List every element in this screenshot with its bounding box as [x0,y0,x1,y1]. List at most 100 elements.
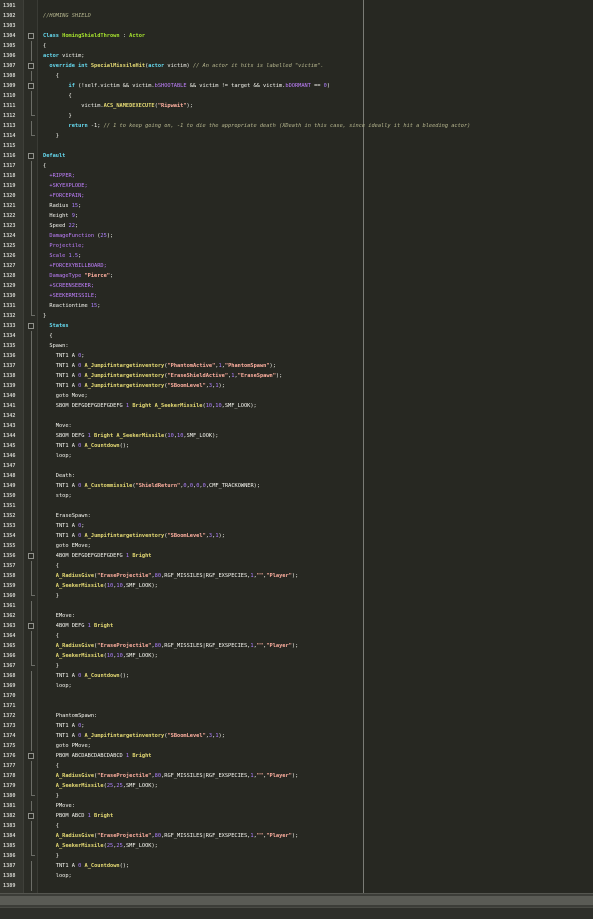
code-text[interactable]: A_RadiusGive("EraseProjectile",80,RGF_MI… [43,571,299,581]
code-text[interactable]: DamageType "Pierce"; [43,271,113,281]
code-lines[interactable]: 1301 1302 //HOMING SHIELD 1303 1304 Class Hom… [0,1,593,891]
code-line[interactable]: 1347 [0,461,593,471]
code-line[interactable]: 1302 //HOMING SHIELD [0,11,593,21]
code-line[interactable]: 1356 4BOM DEFGDEFGDEFGDEFG 1 Bright [0,551,593,561]
fold-toggle-icon[interactable] [28,33,34,39]
code-text[interactable]: TNT1 A 0; [43,351,85,361]
code-line[interactable]: 1312 } [0,111,593,121]
code-text[interactable]: Reactiontime 15; [43,301,100,311]
code-text[interactable]: TNT1 A 0 A_Jumpifintargetinventory("SBoo… [43,381,225,391]
code-line[interactable]: 1311 victim.ACS_NAMEDEXECUTE("Ripwait"); [0,101,593,111]
code-text[interactable]: Death: [43,471,75,481]
code-text[interactable]: if (!self.victim && victim.bSHOOTABLE &&… [43,81,331,91]
fold-toggle-icon[interactable] [28,83,34,89]
code-text[interactable]: { [43,41,46,51]
code-line[interactable]: 1366 A_SeekerMissile(10,10,SMF_LOOK); [0,651,593,661]
code-text[interactable]: Scale 1.5; [43,251,81,261]
code-text[interactable]: Height 9; [43,211,78,221]
code-line[interactable]: 1327 +FORCEXYBILLBOARD; [0,261,593,271]
code-line[interactable]: 1360 } [0,591,593,601]
code-line[interactable]: 1331 Reactiontime 15; [0,301,593,311]
code-line[interactable]: 1352 EraseSpawn: [0,511,593,521]
code-line[interactable]: 1308 { [0,71,593,81]
code-line[interactable]: 1379 A_SeekerMissile(25,25,SMF_LOOK); [0,781,593,791]
fold-toggle-icon[interactable] [28,63,34,69]
code-line[interactable]: 1353 TNT1 A 0; [0,521,593,531]
code-text[interactable]: { [43,161,46,171]
code-line[interactable]: 1358 A_RadiusGive("EraseProjectile",80,R… [0,571,593,581]
code-line[interactable]: 1388 loop; [0,871,593,881]
code-text[interactable]: { [43,71,59,81]
code-line[interactable]: 1373 TNT1 A 0; [0,721,593,731]
code-line[interactable]: 1323 Speed 22; [0,221,593,231]
code-line[interactable]: 1317 { [0,161,593,171]
code-text[interactable]: Projectile; [43,241,84,251]
fold-toggle-icon[interactable] [28,753,34,759]
code-line[interactable]: 1320 +FORCEPAIN; [0,191,593,201]
code-text[interactable]: Default [43,151,65,161]
code-text[interactable]: SBOM DEFGDEFGDEFGDEFG 1 Bright A_SeekerM… [43,401,257,411]
code-text[interactable]: TNT1 A 0 A_Countdown(); [43,861,129,871]
code-text[interactable]: 4BOM DEFG 1 Bright [43,621,113,631]
code-line[interactable]: 1336 TNT1 A 0; [0,351,593,361]
code-line[interactable]: 1321 Radius 15; [0,201,593,211]
code-text[interactable]: { [43,561,59,571]
code-text[interactable]: { [43,821,59,831]
code-text[interactable]: TNT1 A 0 A_Custommissile("ShieldReturn",… [43,481,260,491]
code-line[interactable]: 1330 +SEEKERMISSILE; [0,291,593,301]
code-line[interactable]: 1362 EMove: [0,611,593,621]
code-line[interactable]: 1377 { [0,761,593,771]
code-line[interactable]: 1346 loop; [0,451,593,461]
code-text[interactable]: override int SpecialMissileHit(actor vic… [43,61,323,71]
code-text[interactable]: A_SeekerMissile(10,10,SMF_LOOK); [43,651,158,661]
code-line[interactable]: 1306 actor victim; [0,51,593,61]
code-text[interactable]: victim.ACS_NAMEDEXECUTE("Ripwait"); [43,101,193,111]
code-text[interactable]: States [43,321,68,331]
code-line[interactable]: 1385 A_SeekerMissile(25,25,SMF_LOOK); [0,841,593,851]
code-text[interactable]: Speed 22; [43,221,78,231]
code-text[interactable]: PMove: [43,801,75,811]
code-line[interactable]: 1338 TNT1 A 0 A_Jumpifintargetinventory(… [0,371,593,381]
code-text[interactable]: { [43,331,52,341]
code-line[interactable]: 1345 TNT1 A 0 A_Countdown(); [0,441,593,451]
code-text[interactable]: +FORCEPAIN; [43,191,84,201]
code-line[interactable]: 1375 goto PMove; [0,741,593,751]
code-line[interactable]: 1342 [0,411,593,421]
code-text[interactable]: 4BOM DEFGDEFGDEFGDEFG 1 Bright [43,551,152,561]
code-text[interactable]: +RIPPER; [43,171,75,181]
code-line[interactable]: 1349 TNT1 A 0 A_Custommissile("ShieldRet… [0,481,593,491]
code-line[interactable]: 1310 { [0,91,593,101]
code-text[interactable]: } [43,791,59,801]
code-line[interactable]: 1313 return -1; // 1 to keep going on, -… [0,121,593,131]
code-text[interactable]: PBOM ABCDABCDABCDABCD 1 Bright [43,751,152,761]
code-line[interactable]: 1386 } [0,851,593,861]
code-line[interactable]: 1368 TNT1 A 0 A_Countdown(); [0,671,593,681]
code-text[interactable]: DamageFunction (25); [43,231,113,241]
code-line[interactable]: 1335 Spawn: [0,341,593,351]
code-line[interactable]: 1314 } [0,131,593,141]
code-line[interactable]: 1357 { [0,561,593,571]
code-line[interactable]: 1378 A_RadiusGive("EraseProjectile",80,R… [0,771,593,781]
horizontal-scrollbar-thumb[interactable] [0,896,593,905]
code-text[interactable]: goto PMove; [43,741,91,751]
code-line[interactable]: 1372 PhantomSpawn: [0,711,593,721]
code-line[interactable]: 1328 DamageType "Pierce"; [0,271,593,281]
fold-toggle-icon[interactable] [28,553,34,559]
code-line[interactable]: 1316 Default [0,151,593,161]
code-line[interactable]: 1367 } [0,661,593,671]
code-text[interactable]: TNT1 A 0 A_Jumpifintargetinventory("Eras… [43,371,283,381]
code-text[interactable]: } [43,661,59,671]
code-text[interactable]: EraseSpawn: [43,511,91,521]
code-line[interactable]: 1364 { [0,631,593,641]
code-line[interactable]: 1361 [0,601,593,611]
code-line[interactable]: 1325 Projectile; [0,241,593,251]
code-line[interactable]: 1371 [0,701,593,711]
code-text[interactable]: loop; [43,451,72,461]
code-text[interactable]: } [43,131,59,141]
code-line[interactable]: 1332} [0,311,593,321]
code-line[interactable]: 1382 PBOM ABCD 1 Bright [0,811,593,821]
code-text[interactable]: A_SeekerMissile(10,10,SMF_LOOK); [43,581,158,591]
code-line[interactable]: 1324 DamageFunction (25); [0,231,593,241]
code-text[interactable]: TNT1 A 0 A_Countdown(); [43,441,129,451]
code-line[interactable]: 1339 TNT1 A 0 A_Jumpifintargetinventory(… [0,381,593,391]
